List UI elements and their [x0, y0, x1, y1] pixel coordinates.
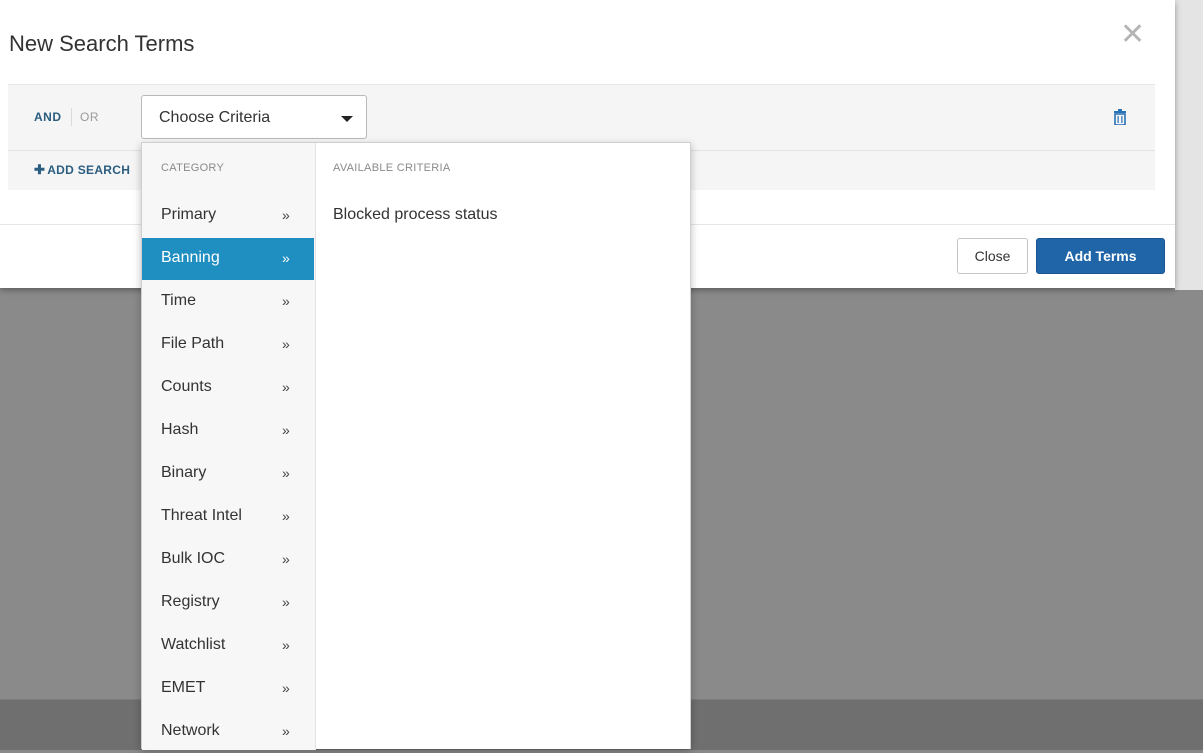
chevron-double-right-icon: » — [282, 336, 290, 352]
category-label: Banning — [161, 249, 220, 266]
category-label: Primary — [161, 206, 217, 223]
add-search-label: ADD SEARCH — [47, 163, 131, 177]
category-item-time[interactable]: Time » — [142, 281, 314, 323]
category-item-threat-intel[interactable]: Threat Intel » — [142, 496, 314, 538]
chevron-double-right-icon: » — [282, 422, 290, 438]
page-side-backdrop — [1175, 0, 1203, 290]
chevron-double-right-icon: » — [282, 207, 290, 223]
category-label: Counts — [161, 378, 212, 395]
category-label: Threat Intel — [161, 507, 242, 524]
category-item-watchlist[interactable]: Watchlist » — [142, 625, 314, 667]
chevron-double-right-icon: » — [282, 594, 290, 610]
category-header: CATEGORY — [161, 162, 225, 174]
chevron-double-right-icon: » — [282, 723, 290, 739]
category-item-bulk-ioc[interactable]: Bulk IOC » — [142, 539, 314, 581]
category-item-counts[interactable]: Counts » — [142, 367, 314, 409]
category-item-hash[interactable]: Hash » — [142, 410, 314, 452]
close-button[interactable]: Close — [957, 238, 1028, 274]
category-column: CATEGORY Primary » Banning » Time » File… — [142, 143, 316, 750]
chevron-double-right-icon: » — [282, 250, 290, 266]
category-item-emet[interactable]: EMET » — [142, 668, 314, 710]
category-label: Binary — [161, 464, 207, 481]
modal-title: New Search Terms — [9, 31, 195, 56]
category-label: Watchlist — [161, 636, 226, 653]
chevron-double-right-icon: » — [282, 293, 290, 309]
chevron-double-right-icon: » — [282, 465, 290, 481]
category-item-registry[interactable]: Registry » — [142, 582, 314, 624]
trash-icon[interactable] — [1114, 109, 1126, 126]
category-label: Network — [161, 722, 220, 739]
chevron-double-right-icon: » — [282, 680, 290, 696]
category-label: Bulk IOC — [161, 550, 226, 567]
category-item-banning[interactable]: Banning » — [142, 238, 314, 280]
caret-down-icon — [341, 116, 353, 122]
category-label: Hash — [161, 421, 199, 438]
chevron-double-right-icon: » — [282, 637, 290, 653]
and-or-separator — [71, 108, 72, 126]
add-terms-button[interactable]: Add Terms — [1036, 238, 1165, 274]
or-toggle[interactable]: OR — [80, 110, 99, 124]
chevron-double-right-icon: » — [282, 379, 290, 395]
and-toggle[interactable]: AND — [34, 110, 62, 124]
close-icon[interactable]: ✕ — [1120, 20, 1145, 50]
choose-criteria-label: Choose Criteria — [159, 109, 271, 126]
category-item-primary[interactable]: Primary » — [142, 195, 314, 237]
choose-criteria-dropdown[interactable]: Choose Criteria — [141, 95, 367, 139]
category-label: EMET — [161, 679, 206, 696]
category-label: Time — [161, 292, 196, 309]
chevron-double-right-icon: » — [282, 551, 290, 567]
category-item-binary[interactable]: Binary » — [142, 453, 314, 495]
plus-icon: ✚ — [34, 162, 46, 177]
category-item-file-path[interactable]: File Path » — [142, 324, 314, 366]
add-search-link[interactable]: ✚ ADD SEARCH — [34, 162, 130, 178]
category-item-network[interactable]: Network » — [142, 711, 314, 753]
chevron-double-right-icon: » — [282, 508, 290, 524]
category-label: File Path — [161, 335, 225, 352]
category-label: Registry — [161, 593, 220, 610]
criteria-dropdown-menu: CATEGORY Primary » Banning » Time » File… — [141, 142, 691, 750]
criteria-item-blocked-process-status[interactable]: Blocked process status — [333, 206, 498, 224]
available-criteria-header: AVAILABLE CRITERIA — [333, 162, 451, 174]
